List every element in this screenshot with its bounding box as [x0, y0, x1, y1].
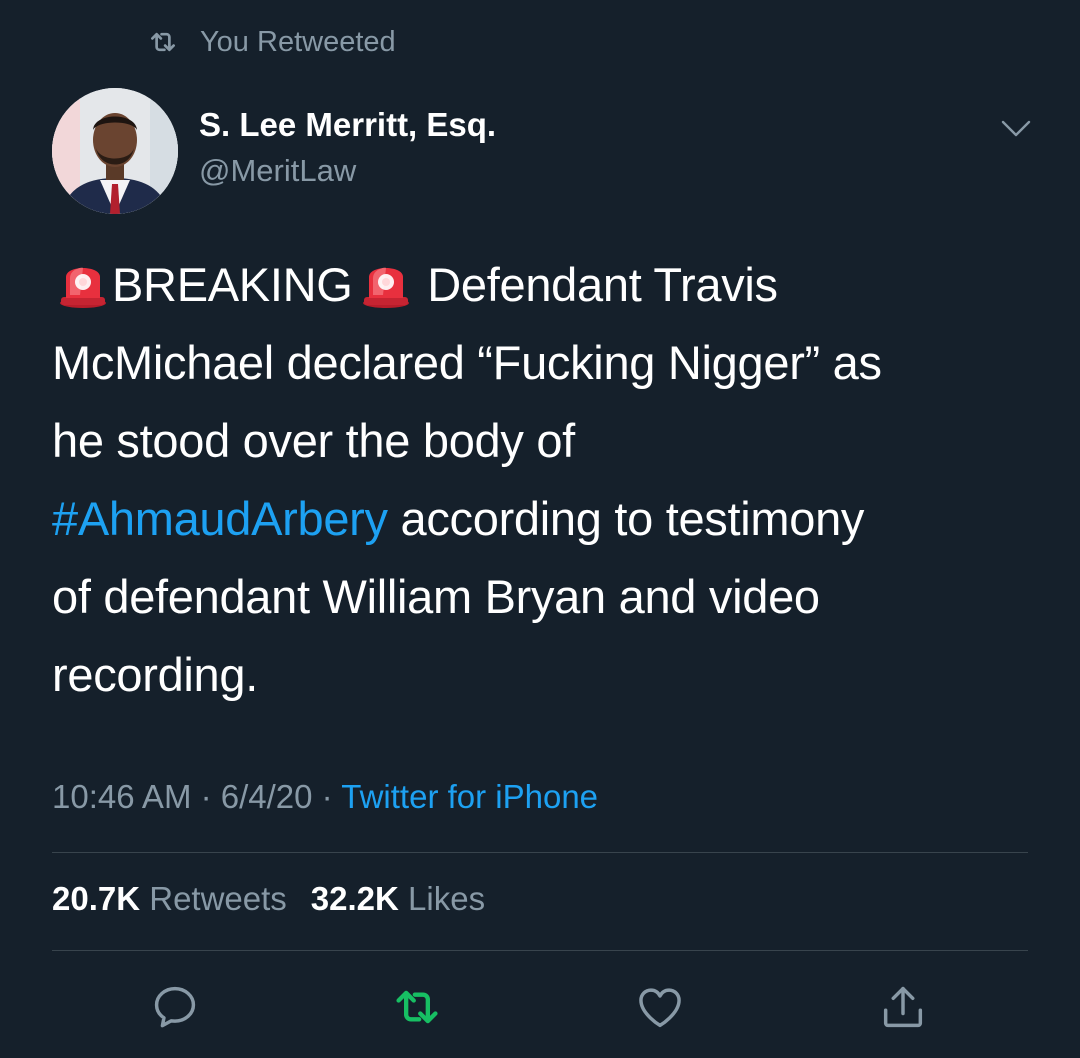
police-light-emoji	[361, 255, 411, 309]
retweet-banner: You Retweeted	[146, 22, 396, 62]
author-display-name[interactable]: S. Lee Merritt, Esq.	[199, 106, 496, 144]
tweet-line-2: McMichael declared “Fucking Nigger” as	[52, 336, 882, 389]
police-light-emoji	[58, 255, 108, 309]
hashtag-link[interactable]: #AhmaudArbery	[52, 492, 388, 545]
share-icon	[883, 986, 923, 1028]
tweet-line-6: recording.	[52, 648, 258, 701]
meta-separator: ·	[312, 778, 342, 815]
divider	[52, 852, 1028, 853]
tweet-meta: 10:46 AM · 6/4/20 · Twitter for iPhone	[52, 778, 598, 816]
meta-separator: ·	[191, 778, 221, 815]
retweet-button[interactable]	[390, 980, 444, 1034]
heart-icon	[639, 988, 681, 1028]
likes-stat[interactable]: 32.2K Likes	[311, 880, 485, 917]
tweet-line-5: of defendant William Bryan and video	[52, 570, 820, 623]
tweet-line-1-text: Defendant Travis	[414, 258, 778, 311]
tweet-line-4: #AhmaudArbery according to testimony	[52, 480, 1042, 558]
tweet-line-3: he stood over the body of	[52, 414, 575, 467]
chevron-down-icon[interactable]	[996, 112, 1036, 146]
retweets-count: 20.7K	[52, 880, 141, 917]
tweet-time[interactable]: 10:46 AM	[52, 778, 191, 815]
like-button[interactable]	[633, 980, 687, 1034]
tweet-date[interactable]: 6/4/20	[221, 778, 313, 815]
tweet-source-link[interactable]: Twitter for iPhone	[341, 778, 598, 815]
tweet-line-4-text: according to testimony	[387, 492, 865, 545]
likes-label: Likes	[408, 880, 486, 917]
reply-icon	[154, 986, 196, 1028]
likes-count: 32.2K	[310, 880, 399, 917]
avatar[interactable]	[52, 88, 178, 214]
retweet-banner-text: You Retweeted	[200, 25, 396, 58]
divider	[52, 950, 1028, 951]
retweets-stat[interactable]: 20.7K Retweets	[52, 880, 287, 917]
tweet-line-1: BREAKING Defendant Travis	[52, 246, 1042, 324]
breaking-label: BREAKING	[112, 258, 353, 311]
retweet-icon	[146, 25, 180, 59]
share-button[interactable]	[876, 980, 930, 1034]
retweet-icon	[396, 990, 438, 1024]
author-handle[interactable]: @MeritLaw	[199, 153, 356, 189]
tweet-text: BREAKING Defendant Travis McMichael decl…	[52, 246, 1042, 714]
reply-button[interactable]	[148, 980, 202, 1034]
tweet-stats: 20.7K Retweets 32.2K Likes	[52, 880, 485, 918]
retweets-label: Retweets	[149, 880, 287, 917]
